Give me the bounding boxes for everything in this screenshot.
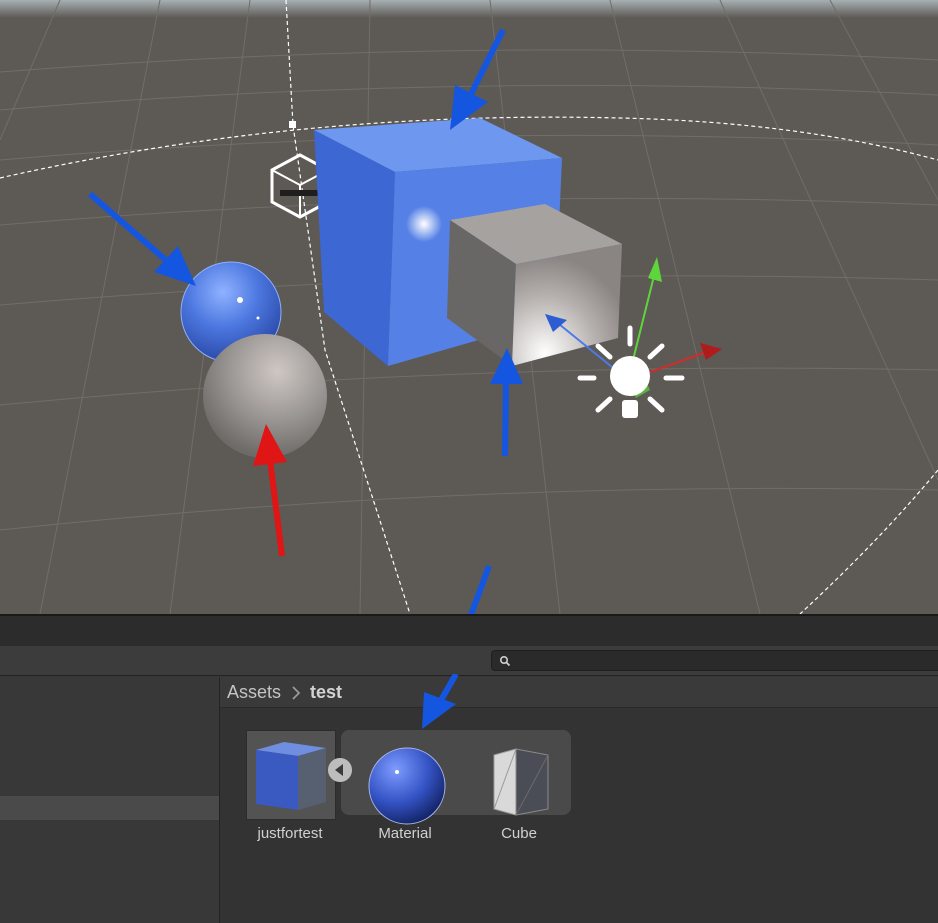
asset-material[interactable]: Material — [350, 730, 460, 850]
asset-label: justfortest — [257, 825, 323, 842]
annotation-arrow-material-head — [422, 674, 459, 729]
search-row — [0, 646, 938, 676]
scene-view[interactable] — [0, 0, 938, 614]
chevron-right-icon — [292, 686, 301, 700]
breadcrumb-test[interactable]: test — [310, 682, 342, 703]
project-panel: Assets test justfortest Material Cube — [0, 614, 938, 923]
folder-tree[interactable] — [0, 677, 220, 923]
sphere-icon — [368, 747, 446, 825]
breadcrumb: Assets test — [220, 677, 938, 708]
asset-cube[interactable]: Cube — [464, 730, 574, 850]
folder-tree-selected-row[interactable] — [0, 796, 219, 820]
sky — [0, 0, 938, 18]
collapse-arrow-icon[interactable] — [328, 758, 352, 782]
frustum-handle[interactable] — [289, 121, 296, 128]
search-input[interactable] — [491, 650, 938, 671]
asset-grid: Assets test justfortest Material Cube — [220, 677, 938, 923]
search-icon — [499, 655, 511, 667]
panel-toolbar — [0, 614, 938, 646]
asset-justfortest[interactable]: justfortest — [220, 730, 336, 850]
breadcrumb-assets[interactable]: Assets — [227, 682, 281, 703]
asset-label: Cube — [501, 825, 537, 842]
cube-icon — [256, 742, 326, 810]
mesh-icon — [493, 748, 549, 816]
asset-label: Material — [378, 825, 432, 842]
